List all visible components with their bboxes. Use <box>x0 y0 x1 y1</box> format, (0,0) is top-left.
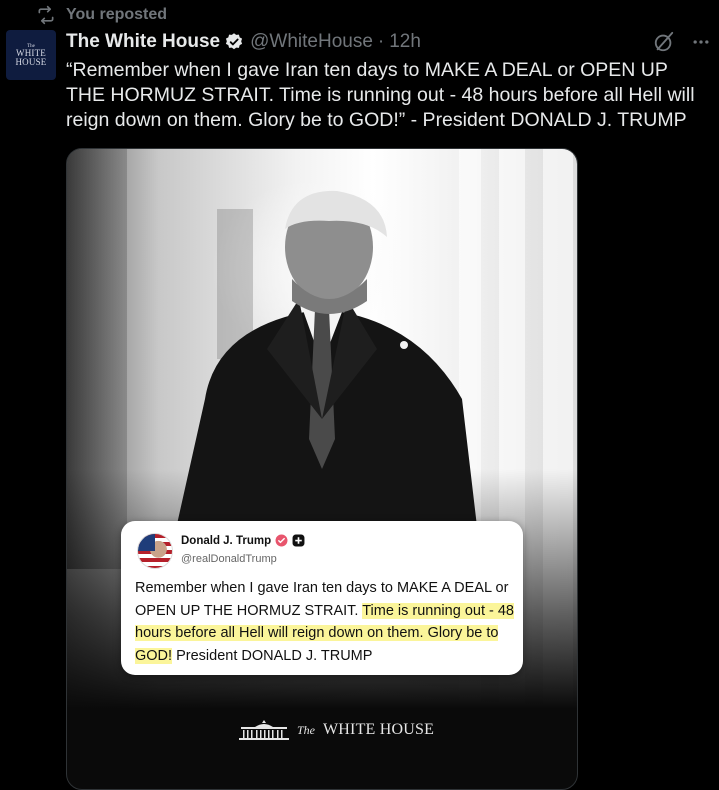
post-timestamp[interactable]: 12h <box>389 31 421 53</box>
avatar[interactable]: The WHITE HOUSE <box>6 30 56 80</box>
repost-icon <box>38 5 54 25</box>
white-house-building-icon <box>239 720 289 740</box>
quoted-post-text: Remember when I gave Iran ten days to MA… <box>135 577 517 667</box>
quoted-author-name: Donald J. Trump <box>181 534 272 547</box>
verified-badge-icon <box>275 534 288 547</box>
tweet-text: “Remember when I gave Iran ten days to M… <box>66 59 695 131</box>
watermark-prefix: The <box>297 722 315 737</box>
quoted-post-card: Donald J. Trump @realDonaldTrump Remembe… <box>121 521 523 675</box>
quoted-text-part: President DONALD J. TRUMP <box>172 647 373 664</box>
more-icon[interactable] <box>691 32 711 52</box>
quoted-author-handle: @realDonaldTrump <box>181 553 277 565</box>
white-house-watermark: The WHITE HOUSE <box>239 719 434 741</box>
watermark-name: WHITE HOUSE <box>323 721 435 738</box>
quoted-avatar <box>137 533 173 569</box>
separator-dot: · <box>377 31 385 52</box>
tweet-media[interactable]: Donald J. Trump @realDonaldTrump Remembe… <box>66 148 578 790</box>
verified-badge-icon[interactable] <box>224 32 244 52</box>
repost-indicator: You reposted <box>36 4 167 26</box>
affiliate-badge-icon <box>292 534 305 547</box>
quoted-author: Donald J. Trump <box>181 534 305 547</box>
tweet-header: The White House @WhiteHouse · 12h <box>66 30 711 54</box>
avatar-text-line: HOUSE <box>15 56 47 67</box>
grok-icon[interactable] <box>653 31 675 53</box>
repost-label: You reposted <box>66 6 168 23</box>
account-name[interactable]: The White House <box>66 31 220 53</box>
account-handle[interactable]: @WhiteHouse <box>250 31 373 53</box>
